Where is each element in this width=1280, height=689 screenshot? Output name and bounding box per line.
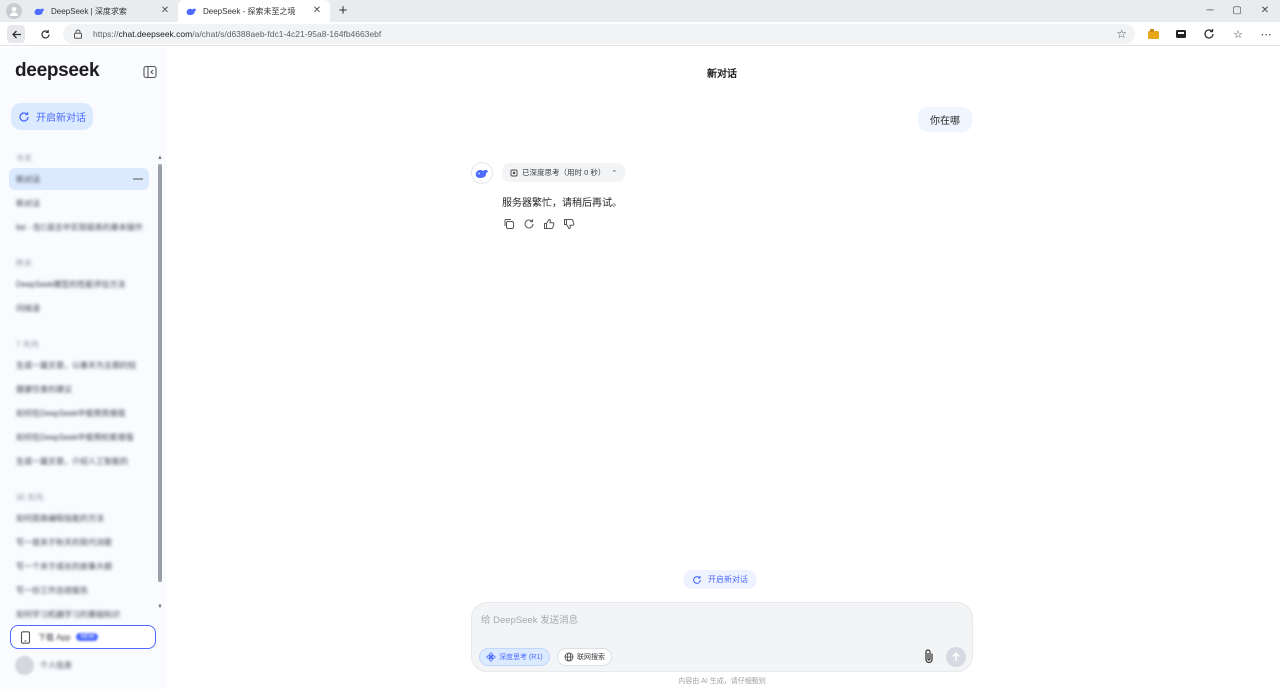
history-item-selected[interactable]: 新对话 [9,168,149,190]
globe-icon [564,652,574,662]
new-badge: NEW [76,633,99,641]
deep-think-button[interactable]: 深度思考 (R1) [479,648,550,666]
sidebar-panel-icon[interactable] [1174,27,1188,41]
history-item-label: 新对话 [16,174,40,184]
history-item[interactable]: 问候语 [9,297,149,319]
thumbs-down-icon[interactable] [562,217,575,230]
message-composer: 给 DeepSeek 发送消息 深度思考 (R1) 联网搜索 [471,602,973,672]
tab-title: DeepSeek - 探索未至之境 [203,6,296,16]
url-host: chat.deepseek.com [118,29,193,39]
extension-icon[interactable] [1146,27,1160,41]
get-app-button[interactable]: 下载 App NEW [10,625,156,649]
favorite-star-icon[interactable]: ☆ [1116,27,1127,41]
new-chat-button[interactable]: 开启新对话 [11,103,93,130]
scroll-down-arrow-icon[interactable]: ▼ [157,604,163,610]
url-field[interactable]: https://chat.deepseek.com/a/chat/s/d6388… [63,24,1135,44]
history-item[interactable]: 生成一篇文章，介绍人工智能的 [9,450,149,472]
deepseek-whale-icon [471,162,493,184]
history-item[interactable]: 写一份工作总结报告 [9,579,149,601]
user-profile[interactable]: 个人信息 [15,656,72,675]
history-item[interactable]: 如何学习机器学习的基础知识 [9,603,149,625]
deepseek-favicon-icon [34,8,45,15]
copy-icon[interactable] [502,217,515,230]
url-text: https://chat.deepseek.com/a/chat/s/d6388… [93,29,381,39]
message-input[interactable]: 给 DeepSeek 发送消息 [481,612,578,626]
history-item[interactable]: 健康饮食的建议 [9,378,149,400]
more-options-icon[interactable] [133,178,143,180]
url-path: /a/chat/s/d6388aeb-fdc1-4c21-95a8-164fb4… [192,29,382,39]
collapse-sidebar-icon[interactable] [143,65,157,79]
new-tab-plus-icon[interactable]: + [334,2,352,20]
deepseek-logo: deepseek [15,60,100,81]
history-item[interactable]: 如何在DeepSeek中使用思维链 [9,402,149,424]
atom-icon [510,169,518,176]
new-chat-icon [19,111,29,122]
sidebar-scrollbar[interactable] [158,164,162,582]
regenerate-icon[interactable] [522,217,535,230]
send-button[interactable] [946,647,966,667]
tab-deepseek-home[interactable]: DeepSeek | 深度求索 ✕ [26,0,178,22]
thumbs-up-icon[interactable] [542,217,555,230]
history-item[interactable]: 如何提高编程技能的方法 [9,507,149,529]
get-app-label: 下载 App [38,632,71,642]
deep-think-icon [486,652,496,662]
history-section-label: 昨天 [16,259,32,268]
thinking-label: 已深度思考（用时 0 秒） [522,168,606,177]
ai-disclaimer: 内容由 AI 生成，请仔细甄别 [678,678,766,685]
more-menu-icon[interactable]: ⋯ [1259,27,1273,41]
tab-close-icon[interactable]: ✕ [312,6,322,16]
new-chat-floating-button[interactable]: 开启新对话 [683,570,757,589]
new-chat-icon [693,575,701,584]
web-search-button[interactable]: 联网搜索 [557,648,612,666]
history-item[interactable]: 如何在DeepSeek中使用检索增强 [9,426,149,448]
history-section-label: 7 天内 [16,340,39,349]
history-item[interactable]: DeepSeek模型的性能评估方法 [9,273,149,295]
tab-title: DeepSeek | 深度求索 [51,6,127,16]
message-actions [502,217,582,230]
minimize-window-icon[interactable]: ─ [1195,0,1225,22]
sidebar: deepseek 开启新对话 今天 新对话 新对话 list - 在C语言中实现… [0,47,166,689]
chevron-up-icon: ⌃ [611,169,618,177]
new-chat-float-label: 开启新对话 [708,575,748,584]
profile-name: 个人信息 [40,661,72,670]
page-title: 新对话 [707,69,737,80]
url-prefix: https:// [93,29,119,39]
deep-think-label: 深度思考 (R1) [499,654,543,661]
tab-deepseek-chat[interactable]: DeepSeek - 探索未至之境 ✕ [178,0,330,22]
lock-icon [74,29,82,39]
browser-tab-bar: DeepSeek | 深度求索 ✕ DeepSeek - 探索未至之境 ✕ + … [0,0,1280,22]
scroll-up-arrow-icon[interactable]: ▲ [157,155,163,161]
new-chat-label: 开启新对话 [36,113,86,124]
history-item[interactable]: list - 在C语言中实现链表的基本操作 [9,216,149,238]
web-search-label: 联网搜索 [577,654,605,661]
maximize-window-icon[interactable]: ▢ [1222,0,1252,22]
history-item[interactable]: 写一首关于秋天的现代诗歌 [9,531,149,553]
browser-address-bar: https://chat.deepseek.com/a/chat/s/d6388… [0,22,1280,46]
reload-icon[interactable] [36,25,54,43]
history-section-label: 今天 [16,154,32,163]
back-arrow-icon[interactable] [7,25,25,43]
deep-thinking-toggle[interactable]: 已深度思考（用时 0 秒） ⌃ [502,163,626,182]
history-item[interactable]: 写一个关于成长的故事大纲 [9,555,149,577]
deepseek-favicon-icon [186,8,197,15]
history-section-label: 30 天内 [16,493,44,502]
favorites-list-icon[interactable]: ☆ [1231,27,1245,41]
ai-response-text: 服务器繁忙，请稍后再试。 [502,198,622,209]
refresh-extension-icon[interactable] [1202,27,1216,41]
history-item[interactable]: 新对话 [9,192,149,214]
history-item[interactable]: 生成一篇文章，以春天为主题的短 [9,354,149,376]
arrow-up-icon [952,652,960,661]
user-message-bubble: 你在哪 [918,107,972,132]
phone-icon [20,630,31,644]
close-window-icon[interactable]: ✕ [1250,0,1280,22]
avatar [15,656,34,675]
paperclip-icon[interactable] [922,648,936,664]
profile-icon[interactable] [6,3,22,19]
tab-close-icon[interactable]: ✕ [160,6,170,16]
